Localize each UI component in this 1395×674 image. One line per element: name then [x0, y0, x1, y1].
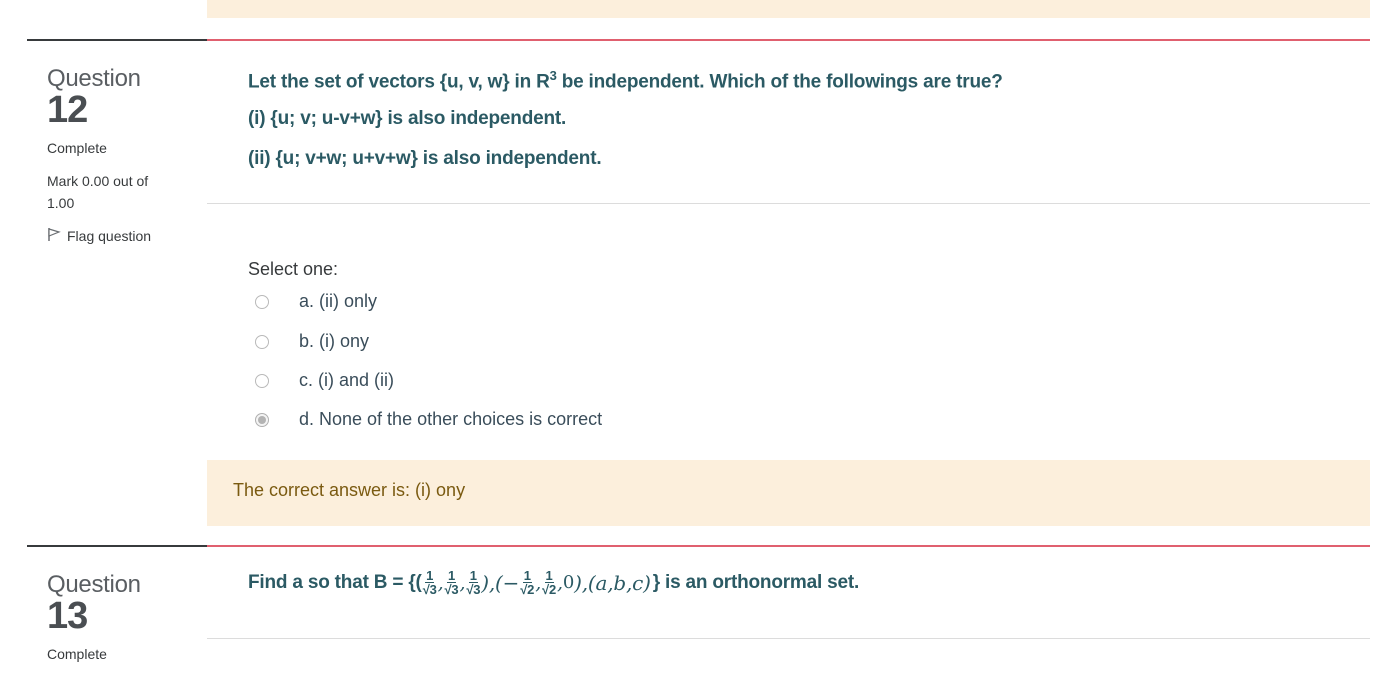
question-13-content: Find a so that B = {( 1 √3 , 1 √3 , 1 √3 ),… [207, 545, 1370, 674]
question-12-info: Question 12 Complete Mark 0.00 out of 1.… [27, 39, 207, 521]
question-text-area: Find a so that B = {( 1 √3 , 1 √3 , 1 √3 ),… [207, 547, 1370, 639]
radio-button[interactable] [255, 373, 269, 388]
select-one-prompt: Select one: [248, 259, 339, 279]
fraction: 1 √3 [422, 568, 437, 597]
flag-question-button[interactable]: Flag question [47, 227, 151, 245]
option-label: c. (i) and (ii) [299, 370, 395, 390]
question-13-info: Question 13 Complete [27, 545, 207, 674]
question-text-line: Let the set of vectors {u, v, w} in R3 b… [248, 68, 1003, 93]
question-number: 12 [47, 89, 88, 131]
question-text-line: (i) {u; v; u-v+w} is also independent. [248, 108, 567, 129]
answer-option-d[interactable]: d. None of the other choices is correct [255, 409, 602, 430]
option-label: a. (ii) only [299, 291, 378, 311]
question-number: 13 [47, 595, 88, 637]
answer-option-c[interactable]: c. (i) and (ii) [255, 370, 394, 391]
question-text-line: Find a so that B = {( 1 √3 , 1 √3 , 1 √3 ),… [248, 568, 860, 597]
option-label: d. None of the other choices is correct [299, 409, 603, 429]
correct-answer-text: The correct answer is: (i) ony [233, 480, 466, 500]
radio-button-selected[interactable] [255, 412, 269, 427]
feedback-box: The correct answer is: (i) ony [207, 460, 1370, 526]
question-text-area: Let the set of vectors {u, v, w} in R3 b… [207, 41, 1370, 204]
question-state: Complete [47, 140, 107, 156]
radio-button[interactable] [255, 334, 269, 349]
fraction: 1 √3 [466, 568, 481, 597]
answer-option-b[interactable]: b. (i) ony [255, 331, 369, 352]
flag-question-label: Flag question [67, 228, 152, 244]
question-12-content: Let the set of vectors {u, v, w} in R3 b… [207, 39, 1370, 527]
fraction: 1 √2 [542, 568, 556, 597]
fraction: 1 √2 [520, 568, 535, 597]
option-label: b. (i) ony [299, 331, 370, 351]
fraction: 1 √3 [444, 568, 459, 597]
answer-option-a[interactable]: a. (ii) only [255, 291, 377, 312]
question-state: Complete [47, 646, 107, 662]
question-text-line: (ii) {u; v+w; u+v+w} is also independent… [248, 148, 602, 169]
previous-question-feedback [207, 0, 1370, 18]
question-grade: Mark 0.00 out of 1.00 [47, 173, 149, 211]
flag-icon [47, 227, 61, 245]
radio-button[interactable] [255, 294, 269, 309]
